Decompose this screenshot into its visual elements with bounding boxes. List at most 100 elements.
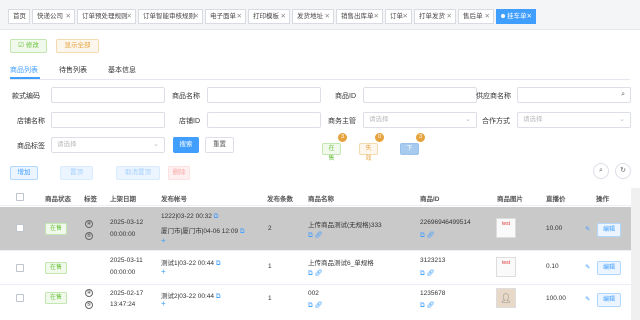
tab-label: 打单发货 (419, 13, 445, 20)
close-icon[interactable]: ✕ (527, 10, 532, 23)
row-checkbox[interactable] (16, 264, 24, 272)
close-icon[interactable]: ✕ (66, 10, 71, 23)
pin-top-button[interactable]: 置顶 (60, 166, 93, 180)
close-icon[interactable]: ✕ (403, 10, 408, 23)
tab-trailer-order[interactable]: 挂车单 ✕ (496, 9, 536, 24)
edit-price-icon[interactable]: ✎ (585, 295, 590, 303)
edit-button-label: 修改 (25, 42, 39, 49)
subtab-product-list[interactable]: 商品列表 (10, 65, 38, 75)
refresh-icon[interactable]: ↻ (615, 163, 631, 179)
account-line: 厦门市|厦门市|04-06 12:09 ⧉ (161, 225, 245, 236)
subtab-pending-list[interactable]: 待售列表 (59, 65, 87, 75)
reset-button[interactable]: 重置 (205, 137, 234, 153)
product-thumbnail[interactable]: test (496, 257, 516, 277)
close-icon[interactable]: ✕ (447, 10, 452, 23)
copy-link-icon[interactable]: ⧉ 🔗︎ (420, 301, 435, 310)
add-button[interactable]: 增加 (10, 166, 38, 180)
product-id: 3123213 (420, 257, 446, 264)
listing-date: 2025-03-12 (110, 219, 144, 226)
tab-ship-address[interactable]: 发货地址 ✕ (292, 9, 334, 24)
shop-id-input[interactable] (207, 112, 321, 128)
style-code-label: 款式编码 (12, 93, 40, 100)
copy-link-icon[interactable]: ⧉ 🔗︎ (420, 269, 435, 278)
table-row[interactable]: 在售 2025-03-11 00:00:00 测试1|03-22 00:44 ⧉… (0, 251, 640, 285)
product-name: 上传商品测试(无规格)333 (308, 222, 382, 229)
product-thumbnail[interactable]: 👤︎ (496, 288, 516, 308)
row-edit-button[interactable]: 编辑 (597, 261, 622, 275)
edit-button[interactable]: ☑ 修改 (10, 39, 47, 53)
add-account-icon[interactable]: + (161, 267, 166, 276)
tab-label: 售后单 (463, 13, 483, 20)
listing-time: 13:47:24 (110, 301, 136, 308)
add-account-icon[interactable]: + (161, 236, 166, 245)
show-all-label: 显示全部 (64, 42, 91, 49)
delete-button[interactable]: 删除 (168, 166, 190, 180)
close-icon[interactable]: ✕ (374, 10, 379, 23)
table-scrollbar[interactable] (631, 188, 640, 320)
copy-icon[interactable]: ⧉ (216, 293, 221, 300)
copy-icon[interactable]: ⧉ (240, 228, 245, 235)
status-filter-onsale[interactable]: 在售 (322, 143, 341, 162)
product-thumbnail[interactable]: test (496, 218, 516, 238)
product-id-input[interactable] (363, 87, 477, 103)
chevron-down-icon: ⌄ (153, 141, 159, 148)
product-name-input[interactable] (207, 87, 321, 103)
tab-smart-review-rules[interactable]: 订单智能审核规则 ✕ (138, 9, 203, 24)
status-filter-invalid[interactable]: 失效 (359, 143, 378, 162)
status-filter-offshelf[interactable]: 下架 (400, 143, 419, 162)
close-icon[interactable]: ✕ (325, 10, 330, 23)
copy-link-icon[interactable]: ⧉ 🔗︎ (308, 269, 323, 278)
supplier-name-input[interactable]: ⌕ (517, 87, 631, 103)
add-account-icon[interactable]: + (161, 299, 166, 308)
close-icon[interactable]: ✕ (194, 10, 199, 23)
style-code-input[interactable] (51, 87, 165, 103)
product-id: 22696946499514 (420, 219, 471, 226)
search-button[interactable]: 搜索 (173, 137, 199, 153)
coop-label: 合作方式 (482, 118, 510, 125)
close-icon[interactable]: ✕ (237, 10, 242, 23)
row-edit-button[interactable]: 编辑 (597, 293, 622, 307)
status-tag: 在售 (45, 223, 68, 235)
close-icon[interactable]: ✕ (281, 10, 286, 23)
copy-link-icon[interactable]: ⧉ 🔗︎ (308, 231, 323, 240)
shop-name-input[interactable] (51, 112, 165, 128)
search-icon[interactable]: ⌕ (621, 88, 625, 102)
copy-icon[interactable]: ⧉ (216, 260, 221, 267)
tab-home[interactable]: 首页 (8, 9, 30, 24)
edit-price-icon[interactable]: ✎ (585, 225, 590, 233)
close-icon[interactable]: ✕ (127, 10, 132, 23)
tab-print-template[interactable]: 打印模板 ✕ (248, 9, 290, 24)
cancel-pin-button[interactable]: 取消置顶 (116, 166, 160, 180)
count-badge: 3 (416, 133, 425, 142)
product-manager-select[interactable]: 请选择 ⌄ (363, 112, 477, 128)
row-checkbox[interactable] (16, 224, 24, 232)
copy-link-icon[interactable]: ⧉ 🔗︎ (420, 231, 435, 240)
table-row[interactable]: 在售 ④ ⑤ 2025-02-17 13:47:24 测试2|03-22 00:… (0, 285, 640, 320)
tab-order[interactable]: 订单 ✕ (385, 9, 412, 24)
header-price: 直播价 (546, 196, 566, 203)
row-checkbox[interactable] (16, 294, 24, 302)
tab-print-ship[interactable]: 打单发货 ✕ (414, 9, 456, 24)
tab-preprocess-rules[interactable]: 订单预处理规则 ✕ (77, 9, 136, 24)
account-text: 测试2|03-22 00:44 (161, 293, 214, 300)
copy-icon[interactable]: ⧉ (214, 213, 219, 220)
listing-date: 2025-03-11 (110, 257, 143, 264)
coop-select[interactable]: 请选择 ⌄ (517, 112, 631, 128)
select-all-checkbox[interactable] (16, 193, 24, 201)
table-row[interactable]: 在售 ④ ⑤ 2025-03-12 00:00:00 1222|03-22 00… (0, 207, 640, 251)
tab-express[interactable]: 快递公司 ✕ (32, 9, 75, 24)
tab-e-waybill[interactable]: 电子面单 ✕ (205, 9, 246, 24)
subtab-basic-info[interactable]: 基本信息 (108, 65, 136, 75)
tag-select[interactable]: 请选择 ⌄ (51, 137, 165, 153)
tab-after-sale[interactable]: 售后单 ✕ (458, 9, 494, 24)
search-icon[interactable]: ⌕ (593, 163, 609, 179)
row-edit-button[interactable]: 编辑 (597, 223, 622, 237)
account-line: 1222|03-22 00:32 ⧉ (161, 213, 218, 221)
status-tag: 在售 (45, 292, 68, 304)
thumb-text: test (501, 260, 511, 266)
tab-sales-outbound[interactable]: 销售出库单 ✕ (336, 9, 383, 24)
show-all-button[interactable]: 显示全部 (56, 39, 99, 53)
copy-link-icon[interactable]: ⧉ 🔗︎ (308, 301, 323, 310)
edit-price-icon[interactable]: ✎ (585, 263, 590, 271)
close-icon[interactable]: ✕ (485, 10, 490, 23)
